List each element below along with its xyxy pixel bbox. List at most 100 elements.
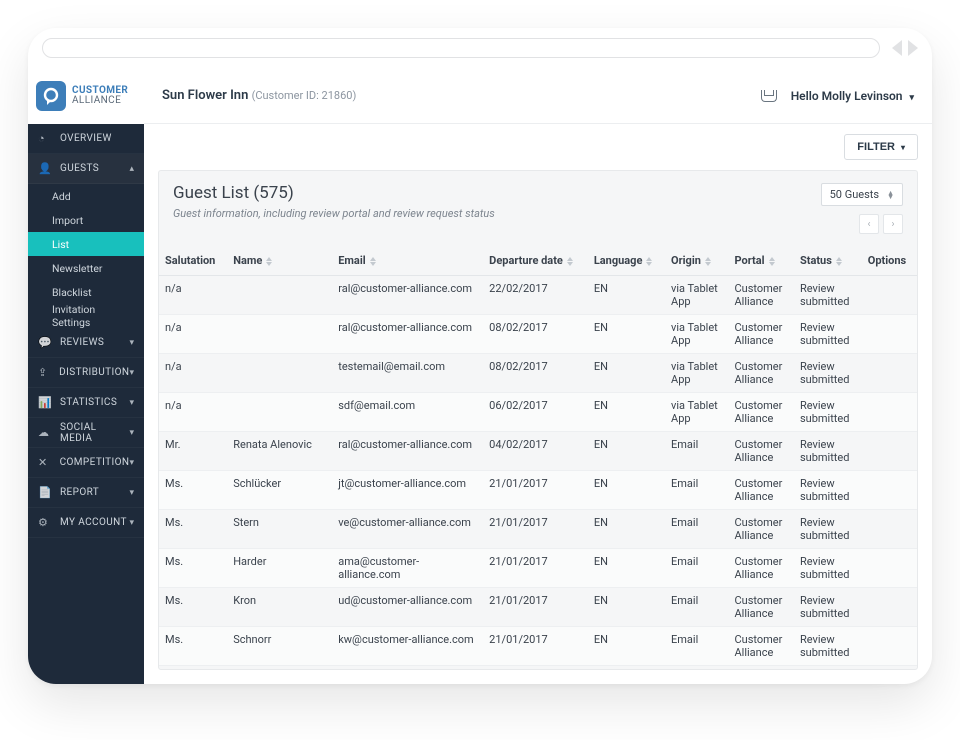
cell: ama@customer-alliance.com: [332, 549, 483, 588]
sidebar-item-label: Invitation Settings: [52, 303, 134, 329]
cell: Review submitted: [794, 627, 862, 666]
cell: jt@customer-alliance.com: [332, 471, 483, 510]
table-row[interactable]: Ms.Sternve@customer-alliance.com21/01/20…: [159, 510, 917, 549]
guest-table: SalutationNameEmailDeparture dateLanguag…: [159, 246, 917, 669]
cell: via Tablet App: [665, 354, 728, 393]
sidebar-item-report[interactable]: 📄REPORT▾: [28, 478, 144, 508]
col-header-label: Options: [868, 254, 906, 267]
nav-forward-icon[interactable]: [908, 40, 918, 56]
panel-header-right: 50 Guests ▲▼ ‹ ›: [821, 183, 903, 234]
chat-icon: 💬: [38, 336, 52, 349]
inbox-icon[interactable]: [761, 90, 777, 102]
chevron-icon: ▾: [129, 338, 134, 348]
cell-options: [862, 549, 917, 588]
sidebar-subitem-add[interactable]: Add: [28, 184, 144, 208]
cell: EN: [588, 315, 665, 354]
cell: 08/02/2017: [483, 315, 588, 354]
cell: sdf@email.com: [332, 393, 483, 432]
sidebar-item-statistics[interactable]: 📊STATISTICS▾: [28, 388, 144, 418]
sort-icon: [705, 257, 711, 266]
sidebar-subitem-list[interactable]: List: [28, 232, 144, 256]
sidebar-subitem-import[interactable]: Import: [28, 208, 144, 232]
pager-prev[interactable]: ‹: [859, 214, 879, 234]
chevron-icon: ▾: [129, 488, 134, 498]
cell: Email: [665, 432, 728, 471]
cell: Ms.: [159, 471, 227, 510]
table-row[interactable]: Mr. and Mrs.Mr. Ms. Renataral@customer-a…: [159, 666, 917, 670]
chevron-icon: ▾: [129, 428, 134, 438]
sidebar-subitem-newsletter[interactable]: Newsletter: [28, 256, 144, 280]
nav-back-icon[interactable]: [892, 40, 902, 56]
filter-button[interactable]: FILTER ▾: [844, 134, 918, 160]
guest-list-panel: Guest List (575) Guest information, incl…: [158, 170, 918, 670]
sidebar-item-label: REPORT: [60, 487, 129, 498]
cell: Customer Alliance: [728, 354, 793, 393]
sidebar-item-label: MY ACCOUNT: [60, 517, 129, 528]
sidebar-item-guests[interactable]: 👤GUESTS▴: [28, 154, 144, 184]
cell: Customer Alliance: [728, 510, 793, 549]
sidebar-item-reviews[interactable]: 💬 REVIEWS▾: [28, 328, 144, 358]
sidebar-item-label: REVIEWS: [60, 337, 129, 348]
cell: via Tablet App: [665, 276, 728, 315]
sidebar-item-overview[interactable]: ◔OVERVIEW: [28, 124, 144, 154]
table-row[interactable]: Ms.Kronud@customer-alliance.com21/01/201…: [159, 588, 917, 627]
col-header-name[interactable]: Name: [227, 246, 332, 276]
chevron-icon: ▾: [129, 458, 134, 468]
sidebar-subitem-blacklist[interactable]: Blacklist: [28, 280, 144, 304]
cell: Mr.: [159, 432, 227, 471]
cell: ral@customer-alliance.com: [332, 276, 483, 315]
cell-options: [862, 354, 917, 393]
col-header-label: Portal: [734, 254, 764, 267]
col-header-options: Options: [862, 246, 917, 276]
col-header-departure-date[interactable]: Departure date: [483, 246, 588, 276]
sort-icon: [646, 257, 652, 266]
sidebar-item-label: Add: [52, 190, 71, 203]
cell: 21/01/2017: [483, 627, 588, 666]
sidebar-item-distribution[interactable]: ⇪DISTRIBUTION▾: [28, 358, 144, 388]
chevron-icon: ▴: [129, 164, 134, 174]
table-scroll[interactable]: SalutationNameEmailDeparture dateLanguag…: [159, 246, 917, 669]
table-row[interactable]: n/aral@customer-alliance.com22/02/2017EN…: [159, 276, 917, 315]
table-row[interactable]: n/asdf@email.com06/02/2017ENvia Tablet A…: [159, 393, 917, 432]
url-bar[interactable]: [42, 38, 880, 58]
cell: 06/02/2017: [483, 393, 588, 432]
cell: via Tablet App: [665, 315, 728, 354]
col-header-origin[interactable]: Origin: [665, 246, 728, 276]
cell: EN: [588, 432, 665, 471]
cell: [227, 276, 332, 315]
sidebar-subitem-invitation-settings[interactable]: Invitation Settings: [28, 304, 144, 328]
cell: 22/02/2017: [483, 276, 588, 315]
panel-subtitle: Guest information, including review port…: [173, 207, 495, 220]
cell: kw@customer-alliance.com: [332, 627, 483, 666]
table-row[interactable]: Mr.Renata Alenovicral@customer-alliance.…: [159, 432, 917, 471]
sidebar-item-my-account[interactable]: ⚙MY ACCOUNT▾: [28, 508, 144, 538]
col-header-status[interactable]: Status: [794, 246, 862, 276]
cell: ud@customer-alliance.com: [332, 588, 483, 627]
col-header-language[interactable]: Language: [588, 246, 665, 276]
cell: Customer Alliance: [728, 471, 793, 510]
col-header-portal[interactable]: Portal: [728, 246, 793, 276]
cell: 04/02/2017: [483, 432, 588, 471]
cell: ral@customer-alliance.com: [332, 315, 483, 354]
table-row[interactable]: n/aral@customer-alliance.com08/02/2017EN…: [159, 315, 917, 354]
table-row[interactable]: Ms.Schnorrkw@customer-alliance.com21/01/…: [159, 627, 917, 666]
device-frame: CUSTOMER ALLIANCE ◔OVERVIEW👤GUESTS▴AddIm…: [28, 28, 932, 684]
col-header-label: Origin: [671, 254, 701, 267]
col-header-email[interactable]: Email: [332, 246, 483, 276]
updown-icon: ▲▼: [887, 191, 894, 199]
sidebar-item-social-media[interactable]: ☁SOCIAL MEDIA▾: [28, 418, 144, 448]
chevron-down-icon: ▾: [909, 93, 914, 103]
table-row[interactable]: Ms.Harderama@customer-alliance.com21/01/…: [159, 549, 917, 588]
cell: 08/02/2017: [483, 354, 588, 393]
user-menu[interactable]: Hello Molly Levinson ▾: [791, 89, 914, 103]
table-row[interactable]: Ms.Schlückerjt@customer-alliance.com21/0…: [159, 471, 917, 510]
table-row[interactable]: n/atestemail@email.com08/02/2017ENvia Ta…: [159, 354, 917, 393]
pager-next[interactable]: ›: [883, 214, 903, 234]
cell: DE: [588, 666, 665, 670]
page-title: Sun Flower Inn (Customer ID: 21860): [162, 88, 356, 103]
sidebar-item-competition[interactable]: ✕COMPETITION▾: [28, 448, 144, 478]
cell: Stern: [227, 510, 332, 549]
chevron-icon: ▾: [129, 368, 134, 378]
page-size-select[interactable]: 50 Guests ▲▼: [821, 183, 903, 206]
cell: Email: [665, 666, 728, 670]
